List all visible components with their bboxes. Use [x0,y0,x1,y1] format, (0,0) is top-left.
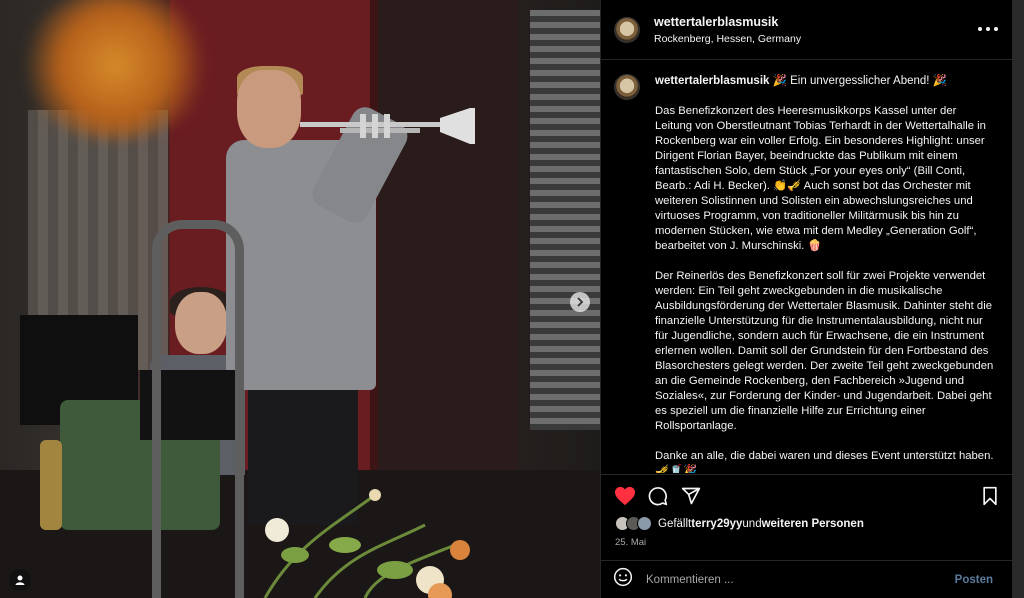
post-header-text: wettertalerblasmusik Rockenberg, Hessen,… [654,15,801,45]
likes-middle: und [742,517,762,530]
caption-paragraph-1: Das Benefizkonzert des Heeresmusikkorps … [655,105,990,252]
image-trumpet [300,108,475,144]
caption: wettertalerblasmusik 🎉 Ein unvergesslich… [614,74,999,473]
avatar[interactable] [614,16,640,43]
image-window [530,10,600,430]
image-saxophone [40,440,62,530]
caption-avatar[interactable] [614,74,640,100]
image-railing [152,220,244,598]
caption-username-link[interactable]: wettertalerblasmusik [655,75,769,87]
likes-summary: Gefällt terry29yy und weiteren Personen [615,516,864,531]
location-link[interactable]: Rockenberg, Hessen, Germany [654,33,801,45]
page-edge-overlay [1012,0,1024,598]
next-arrow-icon [577,297,584,307]
emoji-icon[interactable] [613,567,633,592]
caption-title: wettertalerblasmusik 🎉 Ein unvergesslich… [655,74,995,89]
likes-prefix: Gefällt [658,517,692,530]
share-icon[interactable] [679,485,703,507]
caption-body: wettertalerblasmusik 🎉 Ein unvergesslich… [655,74,995,473]
liker-avatars[interactable] [615,516,652,531]
caption-headline: 🎉 Ein unvergesslicher Abend! 🎉 [769,75,948,87]
username-link[interactable]: wettertalerblasmusik [654,15,801,29]
more-options-icon[interactable] [978,22,998,36]
liker-username-link[interactable]: terry29yy [691,518,742,530]
user-tag-button[interactable] [9,569,31,591]
post-sidebar: wettertalerblasmusik Rockenberg, Hessen,… [600,0,1013,598]
post-header: wettertalerblasmusik Rockenberg, Hessen,… [601,0,1012,60]
post-date[interactable]: 25. Mai [615,537,646,548]
image-flowers [263,489,470,598]
heart-icon[interactable] [613,485,637,507]
comment-bar: Kommentieren ... Posten [601,560,1013,598]
user-tag-icon [15,575,25,585]
image-trumpeter-head [237,70,301,148]
action-bar [601,474,1013,518]
caption-paragraph-2: Der Reinerlös des Benefizkonzert soll fü… [655,270,997,432]
next-image-button[interactable] [570,292,590,312]
caption-scroll-area[interactable]: wettertalerblasmusik 🎉 Ein unvergesslich… [601,60,1012,473]
caption-paragraph-3: Danke an alle, die dabei waren und diese… [655,450,997,473]
post-comment-button[interactable]: Posten [955,574,993,586]
post-image[interactable] [0,0,600,598]
comment-icon[interactable] [646,485,670,507]
bookmark-icon[interactable] [978,485,1002,507]
likes-others-link[interactable]: weiteren Personen [762,518,864,530]
comment-input[interactable]: Kommentieren ... [646,574,955,586]
